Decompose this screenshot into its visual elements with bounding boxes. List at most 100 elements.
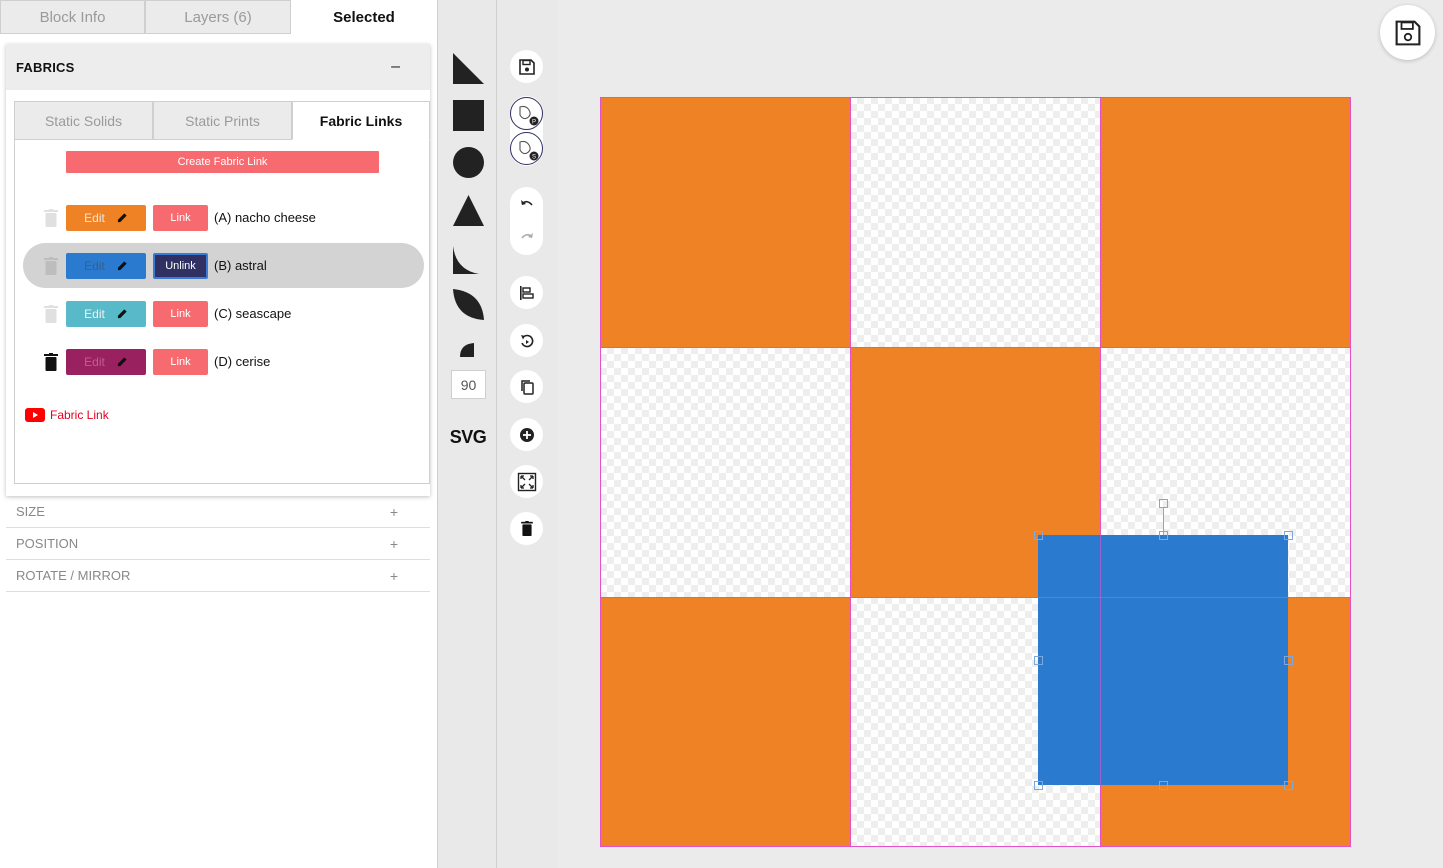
fabric-name: (B) astral [214,258,267,273]
shape-toolbar: SVG [437,0,497,868]
collapse-toggle[interactable]: – [391,58,400,76]
quarter-curve-shape[interactable] [452,242,485,275]
fabric-row-c: Edit Link (C) seascape [23,291,424,336]
delete-button[interactable] [510,512,543,545]
edit-label: Edit [84,210,105,225]
grid-cell[interactable] [600,597,850,847]
rotate-mirror-section[interactable]: ROTATE / MIRROR + [6,560,430,592]
resize-handle[interactable] [1034,531,1043,540]
tab-block-info[interactable]: Block Info [0,0,145,34]
pencil-icon [117,261,127,271]
pencil-icon [117,309,127,319]
fabric-tabs: Static Solids Static Prints Fabric Links [14,101,430,141]
grid-cell[interactable] [850,97,1100,347]
create-fabric-link-button[interactable]: Create Fabric Link [66,151,379,173]
grid-line [1038,597,1288,598]
youtube-icon [25,408,45,422]
link-button[interactable]: Link [153,204,208,231]
grid-cell[interactable] [600,97,850,347]
resize-handle[interactable] [1284,531,1293,540]
undo-icon [520,199,533,206]
rotate-mirror-label: ROTATE / MIRROR [16,568,131,583]
align-icon [519,285,534,300]
right-triangle-shape[interactable] [452,52,485,85]
size-label: SIZE [16,504,45,519]
tab-static-solids[interactable]: Static Solids [14,101,153,140]
fabric-s-button[interactable]: S [510,132,543,165]
grid-cell[interactable] [600,347,850,597]
grid-line [600,347,1351,348]
resize-handle[interactable] [1034,781,1043,790]
fabrics-header[interactable]: FABRICS – [6,44,430,90]
edit-label: Edit [84,258,105,273]
save-floating-button[interactable] [1380,5,1435,60]
fabric-link-video[interactable]: Fabric Link [25,408,109,422]
size-section[interactable]: SIZE + [6,496,430,528]
fabric-s-icon: S [518,140,538,160]
redo-icon [520,232,533,239]
fabric-p-button[interactable]: P [510,97,543,130]
edit-button[interactable]: Edit [66,348,146,375]
pencil-icon [117,213,127,223]
tool-toolbar: P S [497,0,557,868]
edit-button[interactable]: Edit [66,204,146,231]
fabric-p-icon: P [518,105,538,125]
trash-icon[interactable] [44,304,58,323]
redo-button[interactable] [510,221,543,254]
svg-button[interactable]: SVG [438,427,498,448]
tab-selected[interactable]: Selected [291,0,437,34]
edit-button[interactable]: Edit [66,252,146,279]
fabrics-title: FABRICS [16,59,75,75]
resize-handle[interactable] [1284,781,1293,790]
save-icon [1395,20,1420,45]
history-group [510,187,543,255]
save-layout-button[interactable] [510,50,543,83]
triangle-shape[interactable] [452,194,485,227]
grid-cell[interactable] [1100,97,1351,347]
fit-button[interactable] [510,465,543,498]
quarter-circle-shape[interactable] [459,342,475,358]
fabric-row-b: Edit Unlink (B) astral [23,243,424,288]
resize-handle[interactable] [1284,656,1293,665]
undo-button[interactable] [510,188,543,221]
expand-icon: + [389,567,398,584]
trash-icon [520,521,533,536]
tab-static-prints[interactable]: Static Prints [153,101,292,140]
edit-button[interactable]: Edit [66,300,146,327]
trash-icon[interactable] [44,352,58,371]
selected-shape[interactable] [1038,535,1288,785]
tab-fabric-links[interactable]: Fabric Links [292,101,430,140]
svg-text:S: S [531,154,535,160]
expand-icon: + [389,503,398,520]
copy-button[interactable] [510,370,543,403]
block-canvas[interactable] [600,97,1351,847]
square-shape[interactable] [452,99,485,132]
svg-text:P: P [531,119,535,125]
left-panel: Block Info Layers (6) Selected FABRICS –… [0,0,437,868]
resize-handle[interactable] [1034,656,1043,665]
edit-label: Edit [84,354,105,369]
top-tabs: Block Info Layers (6) Selected [0,0,437,34]
trash-icon[interactable] [44,208,58,227]
grid-line [850,97,851,847]
fit-icon [517,472,536,491]
unlink-button[interactable]: Unlink [153,252,208,279]
angle-input[interactable] [451,370,486,399]
save-icon [518,58,535,75]
position-section[interactable]: POSITION + [6,528,430,560]
rotate-button[interactable] [510,324,543,357]
rotation-handle[interactable] [1159,499,1168,508]
circle-shape[interactable] [452,146,485,179]
resize-handle[interactable] [1159,531,1168,540]
trash-icon[interactable] [44,256,58,275]
fabric-name: (A) nacho cheese [214,210,316,225]
tab-layers[interactable]: Layers (6) [145,0,291,34]
fabric-name: (D) cerise [214,354,271,369]
leaf-shape[interactable] [452,288,485,321]
link-button[interactable]: Link [153,348,208,375]
align-button[interactable] [510,276,543,309]
link-button[interactable]: Link [153,300,208,327]
resize-handle[interactable] [1159,781,1168,790]
add-button[interactable] [510,418,543,451]
expand-icon: + [389,535,398,552]
